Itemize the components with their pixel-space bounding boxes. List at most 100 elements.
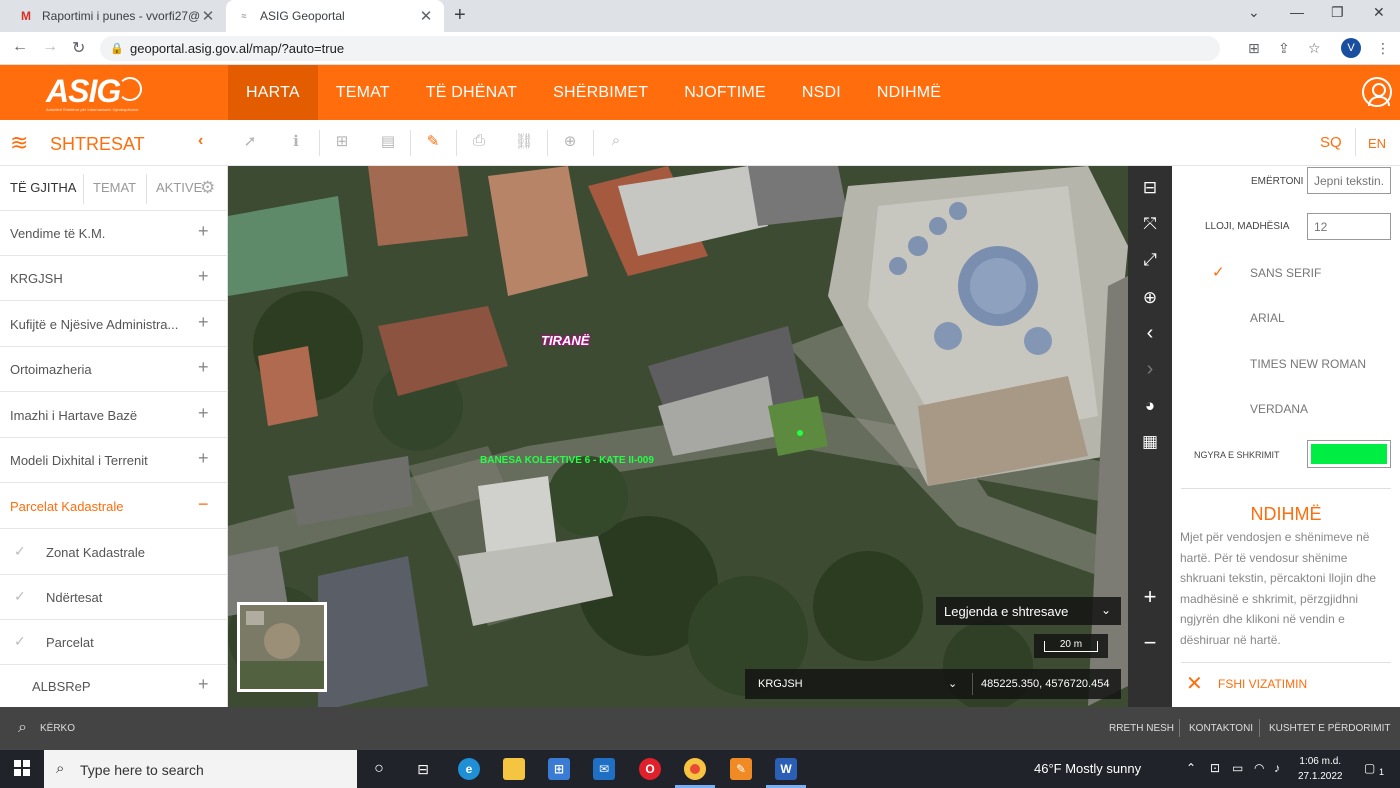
expand-icon[interactable]: + <box>198 674 209 695</box>
tab-active[interactable]: AKTIVE <box>156 180 202 195</box>
menu-item-ndihme[interactable]: NDIHMË <box>859 65 959 120</box>
chart-icon[interactable]: ▤ <box>376 132 400 154</box>
layer-group-kufijte[interactable]: Kufijtë e Njësive Administra... + <box>0 302 228 347</box>
crs-select[interactable]: KRGJSH <box>758 678 803 690</box>
browser-tab-gmail[interactable]: M Raportimi i punes - vvorfi27@gm ✕ <box>8 0 226 32</box>
chrome-icon[interactable] <box>684 758 706 780</box>
battery-icon[interactable]: ▭ <box>1232 761 1243 775</box>
browser-menu-icon[interactable]: ⋮ <box>1376 40 1390 57</box>
expand-arrows-icon[interactable]: ⤢ <box>1128 250 1172 270</box>
profile-avatar[interactable]: V <box>1341 38 1361 58</box>
edge-icon[interactable]: e <box>458 758 480 780</box>
collapse-icon[interactable]: − <box>198 494 209 515</box>
layer-group-modeli[interactable]: Modeli Dixhital i Terrenit + <box>0 438 228 483</box>
menu-item-harta[interactable]: HARTA <box>228 65 318 120</box>
opera-icon[interactable]: O <box>639 758 661 780</box>
new-tab-icon[interactable]: + <box>454 4 466 27</box>
layer-parcelat[interactable]: ✓ Parcelat <box>0 620 228 665</box>
menu-item-njoftime[interactable]: NJOFTIME <box>666 65 784 120</box>
taskbar-search-box[interactable]: ⌕ Type here to search <box>44 750 357 788</box>
file-explorer-icon[interactable] <box>503 758 525 780</box>
footer-link-about[interactable]: RRETH NESH <box>1109 723 1174 734</box>
gear-icon[interactable]: ⚙ <box>200 178 215 198</box>
select-pointer-icon[interactable]: ➚ <box>238 132 262 154</box>
fullscreen-icon[interactable]: ⤧ <box>1128 214 1172 234</box>
reload-icon[interactable]: ↻ <box>72 38 85 58</box>
close-tab-icon[interactable]: ✕ <box>200 7 216 25</box>
layer-group-albsrep[interactable]: ALBSReP + <box>0 664 228 709</box>
wifi-icon[interactable]: ◠ <box>1254 761 1264 775</box>
minimize-icon[interactable]: — <box>1290 4 1304 20</box>
lang-sq-button[interactable]: SQ <box>1320 134 1342 151</box>
weather-widget[interactable]: 46°F Mostly sunny <box>1034 761 1141 776</box>
maximize-icon[interactable]: ❐ <box>1331 4 1344 21</box>
previous-extent-icon[interactable]: ‹ <box>1128 322 1172 345</box>
grid-icon[interactable]: ▦ <box>1128 432 1172 452</box>
close-tab-icon[interactable]: ✕ <box>418 7 434 25</box>
print-icon[interactable]: ⎙ <box>467 132 491 154</box>
zoom-in-icon[interactable]: + <box>1128 584 1172 610</box>
bookmark-star-icon[interactable]: ☆ <box>1308 40 1321 57</box>
volume-icon[interactable]: ♪ <box>1274 761 1280 775</box>
expand-icon[interactable]: + <box>198 448 209 469</box>
font-option-arial[interactable]: ARIAL <box>1250 311 1285 325</box>
back-icon[interactable]: ← <box>12 38 28 56</box>
menu-item-temat[interactable]: TEMAT <box>318 65 408 120</box>
layer-group-imazhi[interactable]: Imazhi i Hartave Bazë + <box>0 393 228 438</box>
globe-icon[interactable]: ◕ <box>1128 396 1172 416</box>
overview-minimap[interactable] <box>237 602 327 692</box>
layer-group-parcelat[interactable]: Parcelat Kadastrale − <box>0 484 228 529</box>
tray-chevron-icon[interactable]: ⌃ <box>1186 761 1196 775</box>
layer-ndertesat[interactable]: ✓ Ndërtesat <box>0 575 228 620</box>
map-book-icon[interactable]: ⊟ <box>1128 178 1172 198</box>
draw-app-icon[interactable]: ✎ <box>730 758 752 780</box>
menu-item-te-dhenat[interactable]: TË DHËNAT <box>408 65 535 120</box>
word-icon[interactable]: W <box>775 758 797 780</box>
map-canvas[interactable]: TIRANË BANESA KOLEKTIVE 6 - KATE II-009 … <box>228 166 1128 707</box>
expand-icon[interactable]: + <box>198 221 209 242</box>
user-account-icon[interactable] <box>1362 77 1392 107</box>
footer-link-terms[interactable]: KUSHTET E PËRDORIMIT <box>1269 723 1391 734</box>
font-option-verdana[interactable]: VERDANA <box>1250 402 1308 416</box>
tab-themes[interactable]: TEMAT <box>93 180 136 195</box>
annotation-text-input[interactable] <box>1307 167 1391 194</box>
close-window-icon[interactable]: ✕ <box>1373 4 1385 21</box>
network-icon[interactable]: ⊡ <box>1210 761 1220 775</box>
menu-item-nsdi[interactable]: NSDI <box>784 65 859 120</box>
edit-annotate-icon[interactable]: ✎ <box>421 132 445 154</box>
collapse-sidebar-icon[interactable]: ‹ <box>198 132 203 150</box>
clear-drawing-button[interactable]: FSHI VIZATIMIN <box>1218 677 1307 691</box>
url-field[interactable]: 🔒 geoportal.asig.gov.al/map/?auto=true <box>100 36 1220 61</box>
mail-icon[interactable]: ✉ <box>593 758 615 780</box>
footer-search-button[interactable]: KËRKO <box>40 723 75 734</box>
chevron-down-icon[interactable]: ⌄ <box>948 677 957 690</box>
windows-start-icon[interactable] <box>14 760 30 776</box>
check-icon[interactable]: ✓ <box>14 543 26 560</box>
expand-icon[interactable]: + <box>198 312 209 333</box>
next-extent-icon[interactable]: › <box>1128 358 1172 381</box>
font-size-input[interactable] <box>1307 213 1391 240</box>
tab-search-icon[interactable]: ⌄ <box>1248 4 1260 21</box>
browser-tab-geoportal[interactable]: ≈ ASIG Geoportal ✕ <box>226 0 444 32</box>
taskbar-clock[interactable]: 1:06 m.d. 27.1.2022 <box>1298 754 1343 784</box>
close-icon[interactable]: ✕ <box>1186 671 1203 696</box>
font-option-times[interactable]: TIMES NEW ROMAN <box>1250 357 1366 371</box>
zoom-box-icon[interactable]: ⊕ <box>1128 288 1172 308</box>
expand-icon[interactable]: + <box>198 266 209 287</box>
lang-en-button[interactable]: EN <box>1368 136 1386 151</box>
search-icon[interactable]: ⌕ <box>604 132 628 154</box>
notification-icon[interactable]: ▢ <box>1364 761 1375 775</box>
share-icon[interactable]: ⇪ <box>1278 40 1290 57</box>
cortana-icon[interactable]: ○ <box>368 758 390 780</box>
store-icon[interactable]: ⊞ <box>548 758 570 780</box>
add-circle-icon[interactable]: ⊕ <box>558 132 582 154</box>
footer-link-contact[interactable]: KONTAKTONI <box>1189 723 1253 734</box>
forward-icon[interactable]: → <box>42 38 58 56</box>
layer-legend-dropdown[interactable]: Legjenda e shtresave ⌄ <box>936 597 1121 625</box>
task-view-icon[interactable]: ⊟ <box>412 758 434 780</box>
font-option-sans-serif[interactable]: SANS SERIF <box>1250 266 1321 280</box>
link-icon[interactable]: ⛓ <box>512 132 536 154</box>
add-box-icon[interactable]: ⊞ <box>330 132 354 154</box>
layer-group-krgjsh[interactable]: KRGJSH + <box>0 256 228 301</box>
search-icon[interactable]: ⌕ <box>18 719 27 737</box>
